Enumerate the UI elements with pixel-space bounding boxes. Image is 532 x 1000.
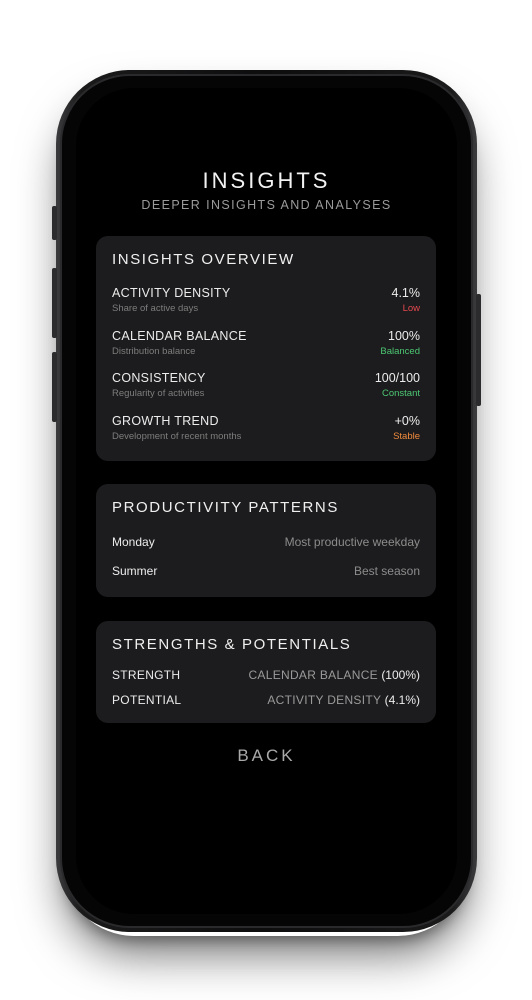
metric-value: 4.1% — [391, 286, 421, 300]
app-screen: INSIGHTS DEEPER INSIGHTS AND ANALYSES IN… — [76, 88, 457, 914]
metric-status: Constant — [381, 388, 420, 399]
strengths-potentials-card: STRENGTHS & POTENTIALS STRENGTH CALENDAR… — [96, 621, 436, 723]
metric-status: Balanced — [380, 346, 420, 357]
potential-value: ACTIVITY DENSITY (4.1%) — [267, 693, 420, 707]
metric-description: Share of active days — [112, 303, 199, 314]
metric-value: +0% — [394, 414, 420, 428]
metric-activity-density: ACTIVITY DENSITY Share of active days 4.… — [112, 286, 420, 318]
pattern-row: Monday Most productive weekday — [112, 535, 420, 551]
metric-status: Stable — [393, 431, 420, 442]
strength-metric-name: CALENDAR BALANCE — [248, 668, 378, 682]
page-subtitle: DEEPER INSIGHTS AND ANALYSES — [141, 198, 392, 212]
metric-consistency: CONSISTENCY Regularity of activities 100… — [112, 371, 420, 403]
metric-description: Development of recent months — [112, 431, 242, 442]
volume-down-button — [52, 352, 57, 422]
strength-metric-percent: (100%) — [381, 668, 420, 682]
metric-name: GROWTH TREND — [112, 414, 219, 428]
strengths-potentials-title: STRENGTHS & POTENTIALS — [112, 636, 352, 653]
potential-metric-percent: (4.1%) — [384, 693, 420, 707]
volume-up-button — [52, 268, 57, 338]
potential-label: POTENTIAL — [112, 693, 182, 707]
metric-description: Regularity of activities — [112, 388, 205, 399]
insights-overview-title: INSIGHTS OVERVIEW — [112, 251, 295, 268]
metric-name: ACTIVITY DENSITY — [112, 286, 231, 300]
productivity-patterns-card: PRODUCTIVITY PATTERNS Monday Most produc… — [96, 484, 436, 597]
back-button[interactable]: BACK — [76, 746, 457, 766]
pattern-row: Summer Best season — [112, 564, 420, 580]
metric-name: CALENDAR BALANCE — [112, 329, 247, 343]
metric-calendar-balance: CALENDAR BALANCE Distribution balance 10… — [112, 329, 420, 361]
pattern-key: Summer — [112, 564, 158, 578]
pattern-value: Best season — [353, 564, 420, 578]
metric-value: 100/100 — [374, 371, 420, 385]
insights-overview-card: INSIGHTS OVERVIEW ACTIVITY DENSITY Share… — [96, 236, 436, 461]
pattern-key: Monday — [112, 535, 155, 549]
potential-metric-name: ACTIVITY DENSITY — [267, 693, 382, 707]
device-frame: INSIGHTS DEEPER INSIGHTS AND ANALYSES IN… — [0, 0, 532, 1000]
page-title: INSIGHTS — [202, 168, 331, 193]
metric-description: Distribution balance — [112, 346, 196, 357]
metric-growth-trend: GROWTH TREND Development of recent month… — [112, 414, 420, 446]
silent-switch — [52, 206, 57, 240]
metric-name: CONSISTENCY — [112, 371, 206, 385]
pattern-value: Most productive weekday — [284, 535, 420, 549]
strength-label: STRENGTH — [112, 668, 181, 682]
strength-value: CALENDAR BALANCE (100%) — [248, 668, 420, 682]
productivity-patterns-title: PRODUCTIVITY PATTERNS — [112, 499, 339, 516]
metric-value: 100% — [388, 329, 420, 343]
power-button — [476, 294, 481, 406]
potential-row: POTENTIAL ACTIVITY DENSITY (4.1%) — [112, 693, 420, 709]
metric-status: Low — [402, 303, 420, 314]
strength-row: STRENGTH CALENDAR BALANCE (100%) — [112, 668, 420, 684]
